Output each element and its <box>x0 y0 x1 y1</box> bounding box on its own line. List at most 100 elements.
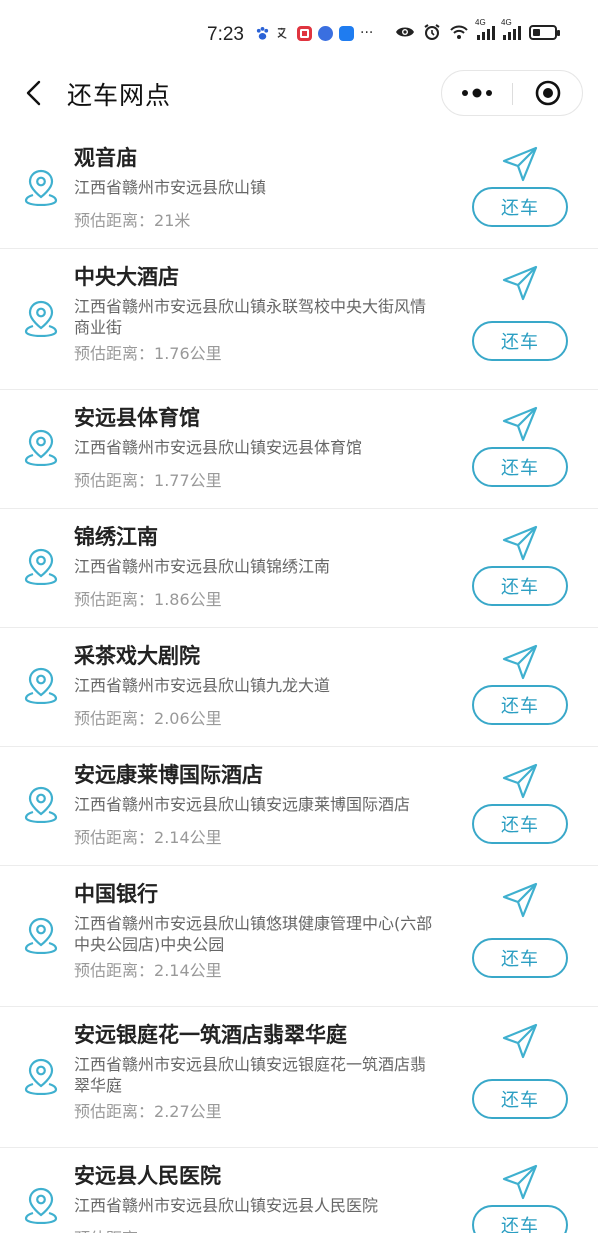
distance-value: 21米 <box>154 211 191 230</box>
return-car-button[interactable]: 还车 <box>472 187 568 227</box>
station-item: 安远县体育馆 江西省赣州市安远县欣山镇安远县体育馆 预估距离：1.77公里 还车 <box>0 390 598 509</box>
station-distance: 预估距离：1.77公里 <box>74 467 222 491</box>
return-car-button[interactable]: 还车 <box>472 804 568 844</box>
more-button[interactable] <box>442 71 512 115</box>
station-item: 安远县人民医院 江西省赣州市安远县欣山镇安远县人民医院 预估距离： 还车 <box>0 1148 598 1233</box>
distance-value: 2.14公里 <box>154 828 222 847</box>
navigate-arrow-icon[interactable] <box>500 880 540 920</box>
navigate-arrow-icon[interactable] <box>500 144 540 184</box>
distance-value: 2.14公里 <box>154 961 222 980</box>
distance-label: 预估距离： <box>74 828 155 847</box>
station-item: 安远康莱博国际酒店 江西省赣州市安远县欣山镇安远康莱博国际酒店 预估距离：2.1… <box>0 747 598 866</box>
station-item: 中央大酒店 江西省赣州市安远县欣山镇永联驾校中央大街风情商业街 预估距离：1.7… <box>0 249 598 390</box>
navigate-arrow-icon[interactable] <box>500 263 540 303</box>
navigate-arrow-icon[interactable] <box>500 1021 540 1061</box>
station-name: 采茶戏大剧院 <box>74 644 200 668</box>
location-pin-icon <box>24 429 58 466</box>
station-address: 江西省赣州市安远县欣山镇 <box>74 178 267 197</box>
return-car-button[interactable]: 还车 <box>472 566 568 606</box>
station-name: 中国银行 <box>74 882 158 906</box>
return-car-button[interactable]: 还车 <box>472 938 568 978</box>
blue-square-app-icon <box>339 25 354 41</box>
distance-label: 预估距离： <box>74 1102 155 1121</box>
station-name: 安远康莱博国际酒店 <box>74 763 263 787</box>
back-arrow-icon[interactable] <box>20 78 50 108</box>
location-pin-icon <box>24 548 58 585</box>
station-distance: 预估距离： <box>74 1225 154 1233</box>
location-pin-icon <box>24 169 58 206</box>
station-item: 锦绣江南 江西省赣州市安远县欣山镇锦绣江南 预估距离：1.86公里 还车 <box>0 509 598 628</box>
signal-icon: 4G <box>501 18 521 40</box>
station-address: 江西省赣州市安远县欣山镇九龙大道 <box>74 676 331 695</box>
station-item: 安远银庭花一筑酒店翡翠华庭 江西省赣州市安远县欣山镇安远银庭花一筑酒店翡翠华庭 … <box>0 1007 598 1148</box>
status-notification-icons: ··· <box>255 25 373 41</box>
station-address: 江西省赣州市安远县欣山镇安远银庭花一筑酒店翡翠华庭 <box>74 1055 427 1095</box>
station-name: 安远银庭花一筑酒店翡翠华庭 <box>74 1023 347 1047</box>
station-item: 观音庙 江西省赣州市安远县欣山镇 预估距离：21米 还车 <box>0 130 598 249</box>
navigate-arrow-icon[interactable] <box>500 404 540 444</box>
station-address: 江西省赣州市安远县欣山镇永联驾校中央大街风情商业街 <box>74 297 427 337</box>
location-pin-icon <box>24 1187 58 1224</box>
station-name: 锦绣江南 <box>74 525 158 549</box>
station-distance: 预估距离：21米 <box>74 207 190 231</box>
blue-circle-app-icon <box>318 25 333 41</box>
navigate-arrow-icon[interactable] <box>500 523 540 563</box>
distance-value: 2.27公里 <box>154 1102 222 1121</box>
station-distance: 预估距离：1.86公里 <box>74 586 222 610</box>
return-car-button[interactable]: 还车 <box>472 1205 568 1233</box>
navigate-arrow-icon[interactable] <box>500 642 540 682</box>
miniprogram-capsule <box>441 70 583 116</box>
status-system-icons: 4G 4G <box>395 18 560 41</box>
station-distance: 预估距离：2.14公里 <box>74 824 222 848</box>
station-name: 观音庙 <box>74 146 137 170</box>
station-name: 中央大酒店 <box>74 265 179 289</box>
nav-bar: 还车网点 <box>0 70 598 130</box>
return-car-button[interactable]: 还车 <box>472 321 568 361</box>
alarm-icon <box>424 24 440 40</box>
location-pin-icon <box>24 917 58 954</box>
return-car-button[interactable]: 还车 <box>472 685 568 725</box>
station-distance: 预估距离：2.06公里 <box>74 705 222 729</box>
red-square-app-icon <box>297 25 312 41</box>
station-item: 采茶戏大剧院 江西省赣州市安远县欣山镇九龙大道 预估距离：2.06公里 还车 <box>0 628 598 747</box>
status-time: 7:23 <box>207 24 244 45</box>
distance-label: 预估距离： <box>74 344 155 363</box>
eye-icon <box>396 27 414 37</box>
translate-icon <box>277 27 287 39</box>
status-bar: 7:23 ··· 4G 4G <box>0 0 598 70</box>
station-item: 中国银行 江西省赣州市安远县欣山镇悠琪健康管理中心(六部中央公园店)中央公园 预… <box>0 866 598 1007</box>
wifi-icon <box>450 25 468 39</box>
distance-label: 预估距离： <box>74 211 155 230</box>
distance-label: 预估距离： <box>74 1229 154 1233</box>
return-car-button[interactable]: 还车 <box>472 447 568 487</box>
distance-label: 预估距离： <box>74 961 155 980</box>
location-pin-icon <box>24 1058 58 1095</box>
location-pin-icon <box>24 786 58 823</box>
page-title: 还车网点 <box>67 81 172 110</box>
station-distance: 预估距离：2.27公里 <box>74 1098 222 1122</box>
station-address: 江西省赣州市安远县欣山镇安远县体育馆 <box>74 438 363 457</box>
station-distance: 预估距离：1.76公里 <box>74 340 222 364</box>
distance-label: 预估距离： <box>74 590 155 609</box>
close-miniprogram-button[interactable] <box>513 71 583 115</box>
distance-value: 1.77公里 <box>154 471 222 490</box>
station-distance: 预估距离：2.14公里 <box>74 957 222 981</box>
station-name: 安远县人民医院 <box>74 1164 221 1188</box>
return-car-button[interactable]: 还车 <box>472 1079 568 1119</box>
paw-icon <box>256 26 269 40</box>
distance-value: 1.76公里 <box>154 344 222 363</box>
station-address: 江西省赣州市安远县欣山镇锦绣江南 <box>74 557 331 576</box>
distance-value: 2.06公里 <box>154 709 222 728</box>
signal-icon: 4G <box>475 18 495 40</box>
navigate-arrow-icon[interactable] <box>500 1162 540 1202</box>
location-pin-icon <box>24 300 58 337</box>
more-notifications-icon: ··· <box>360 25 374 41</box>
station-address: 江西省赣州市安远县欣山镇安远县人民医院 <box>74 1196 379 1215</box>
battery-icon <box>529 24 560 40</box>
station-address: 江西省赣州市安远县欣山镇安远康莱博国际酒店 <box>74 795 411 814</box>
station-list: 观音庙 江西省赣州市安远县欣山镇 预估距离：21米 还车 中央大酒店 江西省赣州… <box>0 130 598 1233</box>
distance-label: 预估距离： <box>74 709 155 728</box>
station-name: 安远县体育馆 <box>74 406 200 430</box>
navigate-arrow-icon[interactable] <box>500 761 540 801</box>
more-dots-icon <box>462 88 492 98</box>
